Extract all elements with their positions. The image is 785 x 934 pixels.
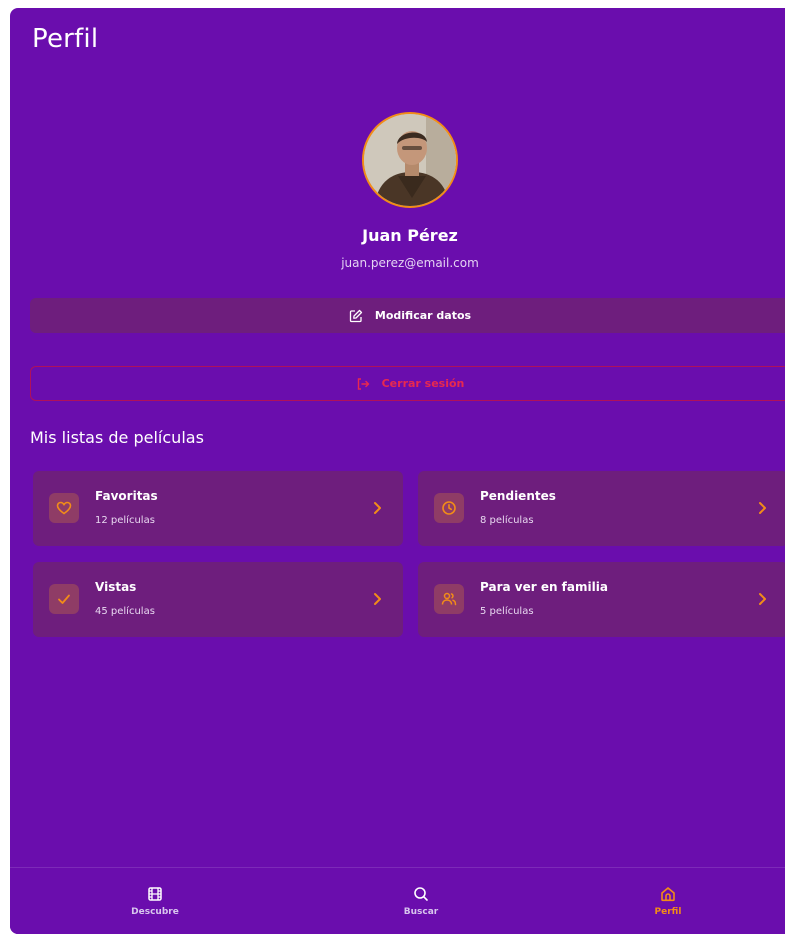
user-email: juan.perez@email.com [341,256,479,270]
nav-label-perfil: Perfil [654,907,682,917]
logout-icon [357,377,369,390]
home-icon [661,887,675,902]
clock-icon [434,493,464,523]
logout-label: Cerrar sesión [381,377,465,390]
edit-profile-button[interactable]: Modificar datos [30,298,785,333]
chevron-right-icon [374,593,381,605]
app-screen: Perfil Juan Pérez juan.perez@email.com M… [10,8,785,934]
logout-button[interactable]: Cerrar sesión [30,366,785,401]
chevron-right-icon [759,593,766,605]
nav-item-perfil[interactable]: Perfil [608,868,728,934]
nav-item-buscar[interactable]: Buscar [361,868,481,934]
avatar [362,112,458,208]
user-name: Juan Pérez [362,226,458,245]
film-icon [148,887,162,901]
bottom-nav: Descubre Buscar Perfil [10,867,785,934]
check-icon [49,584,79,614]
page-title: Perfil [32,24,99,54]
nav-label-buscar: Buscar [403,907,439,917]
list-card-title: Pendientes [480,489,556,503]
edit-profile-label: Modificar datos [374,309,472,322]
list-card-favoritas[interactable]: Favoritas 12 películas [33,471,403,546]
users-icon [434,584,464,614]
list-card-count: 8 películas [480,515,534,526]
list-card-pendientes[interactable]: Pendientes 8 películas [418,471,785,546]
chevron-right-icon [759,502,766,514]
nav-item-descubre[interactable]: Descubre [95,868,215,934]
list-card-count: 12 películas [95,515,155,526]
chevron-right-icon [374,502,381,514]
list-card-vistas[interactable]: Vistas 45 películas [33,562,403,637]
heart-icon [49,493,79,523]
list-card-title: Para ver en familia [480,580,608,594]
list-card-count: 5 películas [480,606,534,617]
list-card-count: 45 películas [95,606,155,617]
nav-label-descubre: Descubre [131,907,179,917]
edit-icon [349,309,363,322]
search-icon [414,887,428,901]
list-card-title: Vistas [95,580,137,594]
list-card-title: Favoritas [95,489,158,503]
lists-section-title: Mis listas de películas [30,428,204,447]
avatar-photo [364,114,456,206]
list-card-familia[interactable]: Para ver en familia 5 películas [418,562,785,637]
